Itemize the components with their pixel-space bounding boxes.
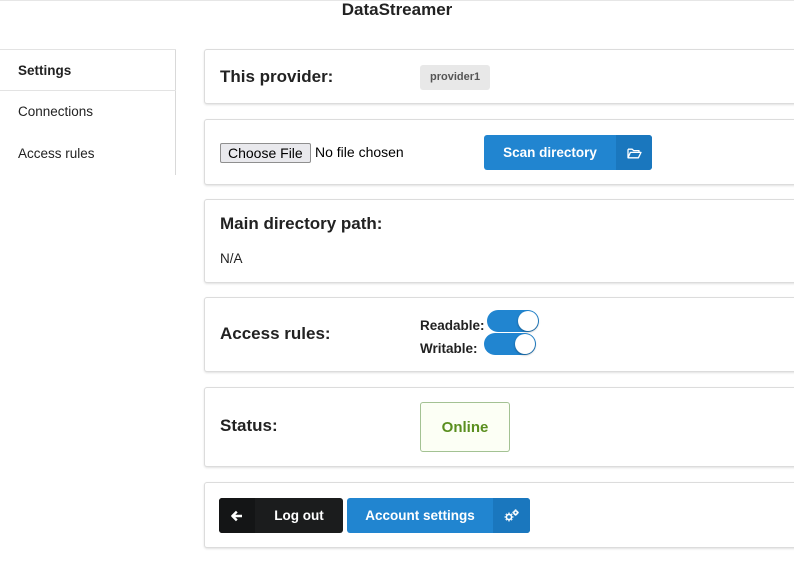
provider-name-badge: provider1 — [420, 65, 491, 90]
cogs-icon — [493, 498, 530, 533]
status-label: Status: — [220, 416, 278, 435]
provider-label: This provider: — [220, 67, 334, 86]
provider-card: This provider: provider1 — [204, 49, 794, 104]
writable-label: Writable: — [420, 341, 478, 356]
upload-card: Choose File No file chosen Scan director… — [204, 119, 794, 185]
scan-directory-button[interactable]: Scan directory — [484, 135, 652, 170]
actions-card: Log out Account settings — [204, 482, 794, 548]
account-settings-label: Account settings — [365, 508, 475, 523]
sidebar-item-settings[interactable]: Settings — [0, 49, 176, 91]
scan-directory-label: Scan directory — [503, 145, 597, 160]
logout-label: Log out — [274, 508, 324, 523]
writable-toggle-knob — [515, 334, 535, 354]
folder-open-icon — [616, 135, 652, 170]
sidebar: Settings Connections Access rules — [0, 49, 176, 175]
access-rules-label: Access rules: — [220, 324, 331, 343]
app-title: DataStreamer — [341, 0, 453, 19]
status-card: Status: Online — [204, 387, 794, 467]
choose-file-button[interactable]: Choose File — [220, 143, 311, 163]
arrow-left-icon — [219, 498, 255, 533]
directory-label: Main directory path: — [220, 214, 383, 233]
readable-toggle[interactable] — [487, 310, 539, 332]
sidebar-item-access-rules[interactable]: Access rules — [0, 133, 176, 175]
readable-label: Readable: — [420, 318, 485, 333]
directory-card: Main directory path: N/A — [204, 199, 794, 283]
account-settings-button[interactable]: Account settings — [347, 498, 530, 533]
writable-toggle[interactable] — [484, 333, 536, 355]
directory-path-value: N/A — [220, 251, 243, 266]
access-rules-card: Access rules: Readable: Writable: — [204, 297, 794, 372]
file-status-text: No file chosen — [315, 144, 404, 160]
logout-button[interactable]: Log out — [219, 498, 343, 533]
sidebar-item-connections[interactable]: Connections — [0, 91, 176, 133]
status-badge: Online — [420, 402, 510, 452]
readable-toggle-knob — [518, 311, 538, 331]
